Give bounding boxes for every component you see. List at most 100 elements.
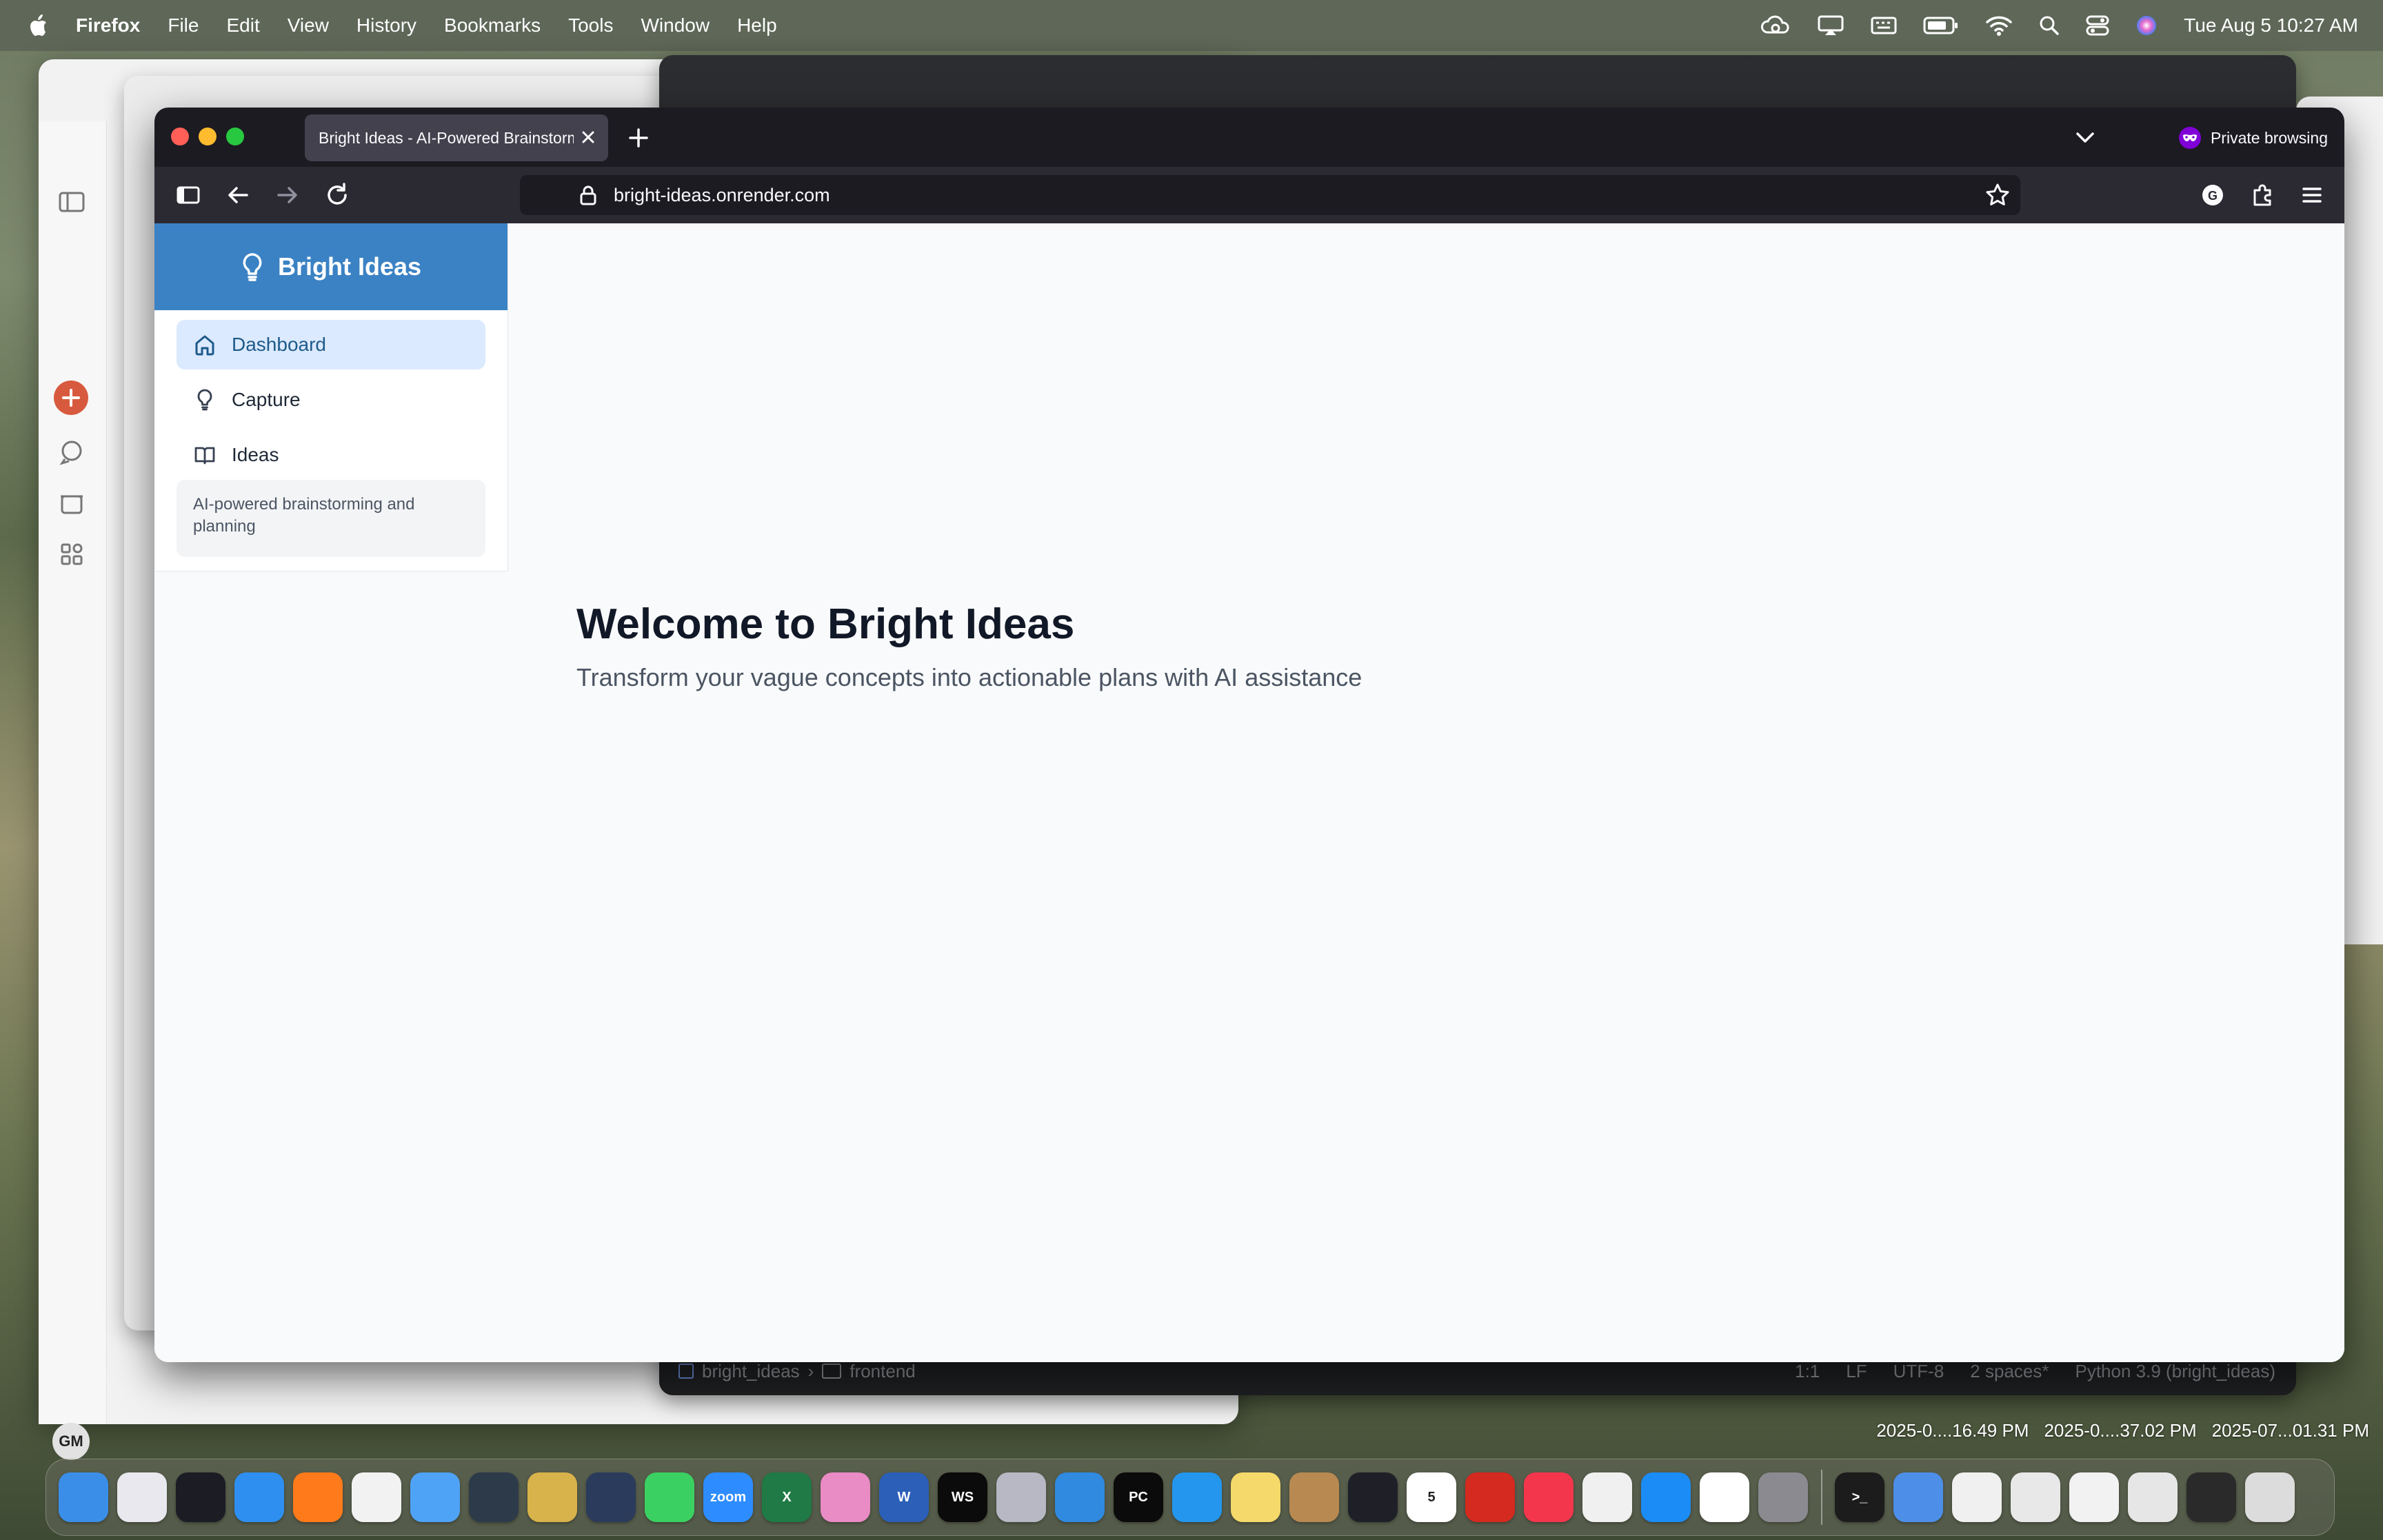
sidebar-toggle-icon[interactable]	[58, 190, 86, 215]
sidebar-toggle-icon[interactable]	[174, 181, 203, 210]
dock-recent-2-icon[interactable]	[2069, 1472, 2119, 1522]
dock-pinterest-icon[interactable]	[821, 1472, 870, 1522]
menu-edit[interactable]: Edit	[226, 14, 259, 37]
dock-firefox-icon[interactable]	[293, 1472, 343, 1522]
menu-bookmarks[interactable]: Bookmarks	[444, 14, 541, 37]
indent-setting[interactable]: 2 spaces*	[1970, 1361, 2049, 1382]
keyboard-icon[interactable]	[1871, 15, 1897, 36]
forward-arrow-icon[interactable]	[273, 181, 302, 210]
menu-view[interactable]: View	[288, 14, 329, 37]
dock-chrome-icon[interactable]	[352, 1472, 401, 1522]
chat-bubble-icon[interactable]	[58, 438, 86, 466]
dock-messages-icon[interactable]	[645, 1472, 694, 1522]
dock-cocktail-icon[interactable]	[527, 1472, 577, 1522]
account-icon[interactable]: G	[2198, 181, 2227, 210]
dock-acrobat-icon[interactable]	[1465, 1472, 1515, 1522]
apple-logo-icon[interactable]	[28, 14, 48, 37]
dock-xcode-icon[interactable]	[1893, 1472, 1943, 1522]
spotlight-icon[interactable]	[2039, 15, 2060, 36]
hamburger-menu-icon[interactable]	[2297, 181, 2326, 210]
lock-icon[interactable]	[578, 183, 599, 207]
battery-icon[interactable]	[1923, 16, 1959, 35]
dock-docker-icon[interactable]	[1172, 1472, 1222, 1522]
nav-item-dashboard[interactable]: Dashboard	[177, 320, 485, 369]
user-avatar[interactable]: GM	[52, 1423, 90, 1460]
menu-app-name[interactable]: Firefox	[76, 14, 140, 37]
dock-excel-icon[interactable]: X	[762, 1472, 812, 1522]
page-subtitle: Transform your vague concepts into actio…	[576, 663, 1363, 691]
breadcrumb-folder[interactable]: frontend	[849, 1361, 915, 1382]
dock-perplexity-icon[interactable]	[586, 1472, 636, 1522]
dock-safari-icon[interactable]	[234, 1472, 284, 1522]
dock-word-icon[interactable]: W	[879, 1472, 929, 1522]
wifi-icon[interactable]	[1985, 14, 2013, 37]
dock-photos-icon[interactable]	[1582, 1472, 1632, 1522]
close-window-button[interactable]	[171, 128, 189, 145]
dock-notes-icon[interactable]	[1231, 1472, 1280, 1522]
firefox-window: Bright Ideas - AI-Powered Brainstorming …	[154, 108, 2344, 1362]
dock-final-cut-icon[interactable]	[176, 1472, 225, 1522]
file-encoding[interactable]: UTF-8	[1893, 1361, 1944, 1382]
back-arrow-icon[interactable]	[223, 181, 252, 210]
minimize-window-button[interactable]	[199, 128, 217, 145]
extensions-puzzle-icon[interactable]	[2248, 181, 2277, 210]
dock-textedit-icon[interactable]	[1952, 1472, 2002, 1522]
sidebar-tagline: AI-powered brainstorming and planning	[177, 480, 485, 557]
dock-tools-icon[interactable]	[996, 1472, 1046, 1522]
chevron-down-icon[interactable]	[2071, 124, 2099, 152]
reload-icon[interactable]	[323, 181, 352, 210]
menu-file[interactable]: File	[168, 14, 199, 37]
dock-zoom-icon[interactable]: zoom	[703, 1472, 753, 1522]
dock-pycharm-icon[interactable]: PC	[1114, 1472, 1163, 1522]
line-ending[interactable]: LF	[1846, 1361, 1867, 1382]
home-icon	[195, 335, 214, 356]
dock-vs-code-icon[interactable]	[1055, 1472, 1105, 1522]
desktop-file-label[interactable]: 2025-0....37.02 PM	[2044, 1420, 2196, 1441]
nav-item-ideas[interactable]: Ideas	[177, 430, 485, 480]
url-bar[interactable]: bright-ideas.onrender.com	[520, 175, 2020, 215]
menu-window[interactable]: Window	[641, 14, 710, 37]
menu-history[interactable]: History	[356, 14, 416, 37]
dock-mail-icon[interactable]	[410, 1472, 460, 1522]
archive-icon[interactable]	[58, 491, 86, 516]
dock-launchpad-icon[interactable]	[117, 1472, 167, 1522]
ide-breadcrumb: bright_ideas › frontend	[678, 1361, 916, 1382]
cursor-position[interactable]: 1:1	[1795, 1361, 1820, 1382]
menu-help[interactable]: Help	[737, 14, 777, 37]
dock-recent-3-icon[interactable]	[2128, 1472, 2178, 1522]
dock-finder-icon[interactable]	[59, 1472, 108, 1522]
dock-calendar-icon[interactable]: 5	[1407, 1472, 1456, 1522]
dock-recent-1-icon[interactable]	[2011, 1472, 2060, 1522]
cloud-sync-icon[interactable]	[1760, 14, 1791, 37]
dock-recent-4-icon[interactable]	[2186, 1472, 2236, 1522]
control-center-icon[interactable]	[2086, 15, 2109, 36]
dock-trash-icon[interactable]	[2245, 1472, 2295, 1522]
new-tab-icon[interactable]	[625, 124, 652, 152]
dock-app-store-icon[interactable]	[1641, 1472, 1691, 1522]
close-tab-icon[interactable]	[578, 127, 599, 148]
desktop-file-label[interactable]: 2025-0....16.49 PM	[1876, 1420, 2029, 1441]
menu-tools[interactable]: Tools	[568, 14, 613, 37]
dock-music-icon[interactable]	[1524, 1472, 1573, 1522]
breadcrumb-project[interactable]: bright_ideas	[702, 1361, 800, 1382]
url-text[interactable]: bright-ideas.onrender.com	[614, 185, 830, 206]
zoom-window-button[interactable]	[226, 128, 244, 145]
menubar-clock[interactable]: Tue Aug 5 10:27 AM	[2184, 14, 2358, 37]
dock-kindle-icon[interactable]	[1700, 1472, 1749, 1522]
bookmark-star-icon[interactable]	[1984, 182, 2011, 208]
brand-header[interactable]: Bright Ideas	[154, 223, 507, 310]
screen-mirror-icon[interactable]	[1817, 14, 1844, 37]
nav-item-capture[interactable]: Capture	[177, 375, 485, 425]
dock-webstorm-icon[interactable]: WS	[938, 1472, 987, 1522]
dock-activity-icon[interactable]	[1348, 1472, 1398, 1522]
dock-davinci-icon[interactable]	[469, 1472, 519, 1522]
python-interpreter[interactable]: Python 3.9 (bright_ideas)	[2075, 1361, 2275, 1382]
dock-terminal-icon[interactable]: >_	[1835, 1472, 1884, 1522]
siri-icon[interactable]	[2135, 14, 2158, 37]
new-chat-button[interactable]	[54, 381, 88, 415]
dock-settings-icon[interactable]	[1758, 1472, 1808, 1522]
apps-grid-icon[interactable]	[58, 540, 86, 568]
dock-contacts-icon[interactable]	[1289, 1472, 1339, 1522]
desktop-file-label[interactable]: 2025-07...01.31 PM	[2212, 1420, 2369, 1441]
tab-bright-ideas[interactable]: Bright Ideas - AI-Powered Brainstorming	[305, 114, 608, 161]
